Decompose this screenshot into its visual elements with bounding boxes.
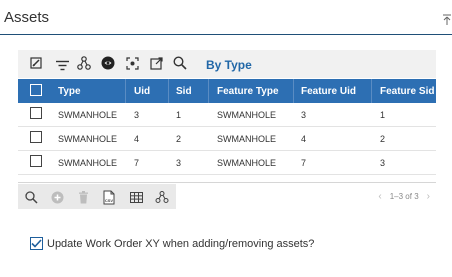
cell-feature-uid: 3 [301, 110, 307, 120]
previous-page-icon[interactable]: ‹ [378, 191, 381, 202]
export-csv-label: CSV [105, 198, 114, 203]
edit-icon[interactable] [28, 55, 44, 71]
hierarchy-icon[interactable] [154, 189, 170, 205]
grid-footer: CSV ‹ 1–3 of 3 › [18, 182, 436, 209]
cell-feature-type: SWMANHOLE [217, 158, 277, 168]
cell-feature-uid: 7 [301, 158, 307, 168]
update-work-order-xy-label: Update Work Order XY when adding/removin… [47, 237, 315, 250]
footer-toolbar: CSV [18, 184, 176, 209]
column-separator [125, 79, 126, 103]
cell-sid: 2 [176, 134, 182, 144]
cell-uid: 4 [134, 134, 140, 144]
title-divider [0, 34, 452, 35]
table-row[interactable]: SWMANHOLE 4 2 SWMANHOLE 4 2 [18, 127, 436, 151]
panel-title: Assets [4, 9, 50, 26]
layer-visibility-icon[interactable] [100, 55, 116, 71]
row-checkbox[interactable] [30, 107, 42, 119]
cell-type: SWMANHOLE [58, 134, 118, 144]
assets-grid: Type Uid Sid Feature Type Feature Uid Fe… [18, 79, 436, 175]
column-header-type[interactable]: Type [58, 86, 81, 97]
delete-icon[interactable] [75, 189, 91, 205]
next-page-icon[interactable]: › [427, 191, 430, 202]
grid-header: Type Uid Sid Feature Type Feature Uid Fe… [18, 79, 436, 103]
update-work-order-xy-checkbox[interactable] [30, 237, 43, 250]
search-icon[interactable] [172, 55, 188, 71]
column-header-feature-sid[interactable]: Feature Sid [380, 86, 434, 97]
update-work-order-xy-option[interactable]: Update Work Order XY when adding/removin… [30, 237, 314, 250]
cell-feature-type: SWMANHOLE [217, 134, 277, 144]
collapse-icon[interactable] [442, 13, 452, 25]
search-icon[interactable] [23, 189, 39, 205]
cell-feature-sid: 2 [380, 134, 386, 144]
column-separator [168, 79, 169, 103]
pager-status: 1–3 of 3 [389, 192, 419, 201]
cell-sid: 3 [176, 158, 182, 168]
filter-icon[interactable] [54, 57, 70, 73]
grid-view-icon[interactable] [128, 189, 144, 205]
select-all-checkbox[interactable] [30, 84, 42, 96]
column-header-feature-type[interactable]: Feature Type [217, 86, 279, 97]
cell-feature-sid: 1 [380, 110, 386, 120]
column-header-uid[interactable]: Uid [134, 86, 150, 97]
row-checkbox[interactable] [30, 155, 42, 167]
cell-feature-type: SWMANHOLE [217, 110, 277, 120]
column-header-sid[interactable]: Sid [176, 86, 192, 97]
cell-feature-uid: 4 [301, 134, 307, 144]
row-checkbox[interactable] [30, 131, 42, 143]
table-row[interactable]: SWMANHOLE 7 3 SWMANHOLE 7 3 [18, 151, 436, 175]
cell-type: SWMANHOLE [58, 110, 118, 120]
checkmark-icon [31, 239, 42, 248]
column-separator [293, 79, 294, 103]
cell-feature-sid: 3 [380, 158, 386, 168]
by-type-button[interactable]: By Type [206, 58, 252, 72]
column-header-feature-uid[interactable]: Feature Uid [301, 86, 356, 97]
cell-uid: 3 [134, 110, 140, 120]
column-separator [371, 79, 372, 103]
export-csv-icon[interactable]: CSV [101, 189, 117, 205]
cell-uid: 7 [134, 158, 140, 168]
open-external-icon[interactable] [148, 55, 164, 71]
cell-type: SWMANHOLE [58, 158, 118, 168]
table-row[interactable]: SWMANHOLE 3 1 SWMANHOLE 3 1 [18, 103, 436, 127]
relationships-icon[interactable] [76, 55, 92, 71]
assets-toolbar: By Type [18, 50, 436, 78]
add-icon[interactable] [49, 189, 65, 205]
cell-sid: 1 [176, 110, 182, 120]
column-separator [208, 79, 209, 103]
zoom-to-extent-icon[interactable] [124, 55, 140, 71]
pager: ‹ 1–3 of 3 › [378, 191, 430, 202]
